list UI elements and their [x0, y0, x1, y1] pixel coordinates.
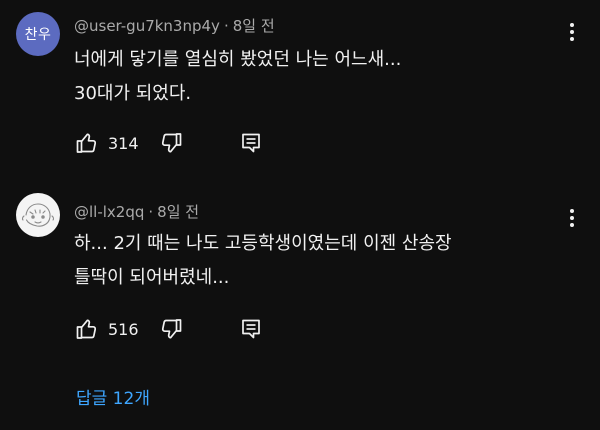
like-count: 516	[108, 319, 139, 339]
reply-button[interactable]	[238, 130, 264, 156]
reply-comment-icon	[242, 133, 260, 153]
avatar[interactable]	[16, 193, 60, 237]
comment-meta: @user-gu7kn3np4y · 8일 전	[74, 15, 275, 36]
like-button[interactable]	[74, 130, 100, 156]
view-replies-button[interactable]: 답글 12개	[76, 384, 150, 409]
comment-text-line: 30대가 되었다.	[74, 83, 192, 104]
comment-text-line: 너에게 닿기를 열심히 봤었던 나는 어느새...	[74, 49, 402, 70]
author-handle[interactable]: @user-gu7kn3np4y	[74, 17, 220, 35]
thumbs-up-icon	[76, 319, 97, 339]
comment-actions: 516	[74, 314, 264, 344]
comment-time[interactable]: 8일 전	[157, 203, 199, 221]
comment-time[interactable]: 8일 전	[233, 17, 275, 35]
more-options-button[interactable]	[562, 18, 582, 46]
reply-button[interactable]	[238, 316, 264, 342]
more-vertical-icon	[570, 209, 574, 227]
comment-text-line: 틀딱이 되어버렸네...	[74, 267, 230, 288]
doodle-face-icon	[21, 203, 55, 227]
comment-item: @ll-lx2qq · 8일 전 하... 2기 때는 나도 고등학생이였는데 이젠…	[0, 186, 600, 356]
author-handle[interactable]: @ll-lx2qq	[74, 203, 144, 221]
comment-meta: @ll-lx2qq · 8일 전	[74, 201, 199, 222]
comment-item: 찬우 @user-gu7kn3np4y · 8일 전 너에게 닿기를 열심히 봤었던…	[0, 0, 600, 178]
comment-actions: 314	[74, 128, 264, 158]
meta-separator: ·	[148, 203, 154, 221]
reply-comment-icon	[242, 319, 260, 339]
dislike-button[interactable]	[158, 316, 184, 342]
like-button[interactable]	[74, 316, 100, 342]
comment-text: 하... 2기 때는 나도 고등학생이였는데 이젠 산송장 틀딱이 되어버렸네.…	[74, 227, 452, 295]
comment-text-line: 하... 2기 때는 나도 고등학생이였는데 이젠 산송장	[74, 233, 452, 254]
thumbs-up-icon	[76, 133, 97, 153]
thumbs-down-icon	[161, 133, 182, 153]
avatar-initials: 찬우	[24, 27, 52, 43]
more-vertical-icon	[570, 23, 574, 41]
thumbs-down-icon	[161, 319, 182, 339]
dislike-button[interactable]	[158, 130, 184, 156]
meta-separator: ·	[223, 17, 229, 35]
like-count: 314	[108, 133, 139, 153]
comment-text: 너에게 닿기를 열심히 봤었던 나는 어느새... 30대가 되었다.	[74, 43, 401, 111]
avatar[interactable]: 찬우	[16, 12, 60, 56]
more-options-button[interactable]	[562, 204, 582, 232]
